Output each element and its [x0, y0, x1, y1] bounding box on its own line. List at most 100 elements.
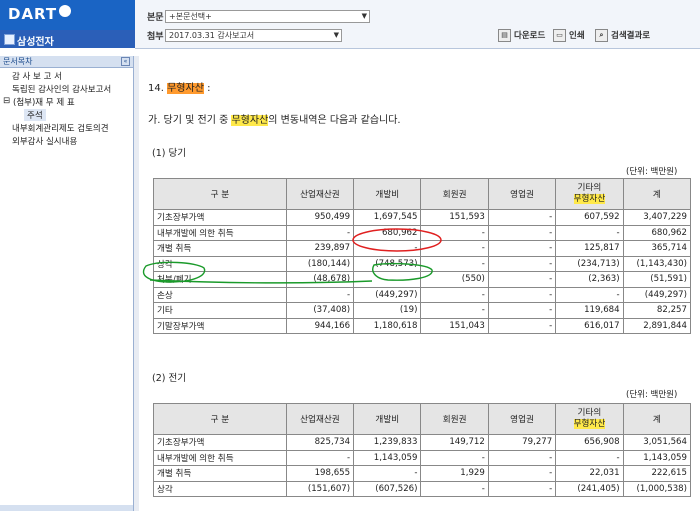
cheombu-select[interactable]: 2017.03.31 감사보고서 ▼ [165, 29, 342, 42]
table-cell: - [555, 449, 624, 466]
table-cell: - [353, 271, 422, 288]
section-colon: : [207, 83, 211, 94]
table-cell: (1,143,430) [622, 255, 692, 272]
table-cell: 1,143,059 [353, 449, 422, 466]
table-row: 기타 (37,408) (19) - -119,684 82,257 [153, 302, 692, 319]
prior-table-body: 기초장부가액 825,734 1,239,833 149,712 79,277 656,9… [153, 434, 692, 497]
sidebar-footer [0, 505, 133, 511]
col-header-other: 기타의 무형자산 [555, 403, 624, 435]
bonmun-label: 본문 [147, 13, 164, 23]
table-header-row: 구 분 산업재산권 개발비 회원권 영업권 기타의 무형자산 계 [153, 178, 692, 210]
table-cell: 680,962 [353, 224, 422, 241]
table-cell: (180,144) [285, 255, 355, 272]
intro-paragraph: 가. 당기 및 전기 중 무형자산의 변동내역은 다음과 같습니다. [148, 111, 401, 126]
table-cell: - [487, 480, 557, 497]
table-cell: - [487, 449, 557, 466]
table-cell: 365,714 [622, 240, 692, 257]
row-label: 손상 [153, 286, 287, 303]
table-cell: - [487, 255, 557, 272]
table-cell: 656,908 [555, 434, 624, 451]
row-label: 기타 [153, 302, 287, 319]
search-icon: ⌕ [595, 29, 608, 42]
dart-logo[interactable]: DART [0, 0, 135, 30]
table-cell: - [420, 449, 489, 466]
col-header: 영업권 [487, 178, 557, 210]
table-cell: (748,573) [353, 255, 422, 272]
table-cell: 82,257 [622, 302, 692, 319]
table-cell: - [555, 224, 624, 241]
col-header-total: 계 [622, 403, 692, 435]
row-label: 내부개발에 의한 취득 [153, 449, 287, 466]
table-cell: (51,591) [622, 271, 692, 288]
table-cell: - [285, 224, 355, 241]
bonmun-select[interactable]: +본문선택+ ▼ [165, 10, 370, 23]
col-header-category: 구 분 [153, 403, 287, 435]
collapse-icon[interactable]: « [121, 57, 130, 66]
toc-item[interactable]: 내부회계관리제도 검토의견 [12, 122, 109, 134]
section-number: 14. [148, 83, 164, 94]
table-header-row: 구 분 산업재산권 개발비 회원권 영업권 기타의 무형자산 계 [153, 403, 692, 435]
table-cell: - [487, 317, 557, 334]
table-cell: 149,712 [420, 434, 489, 451]
col-header: 회원권 [420, 403, 489, 435]
section-heading: 14. 무형자산 : [148, 79, 210, 94]
table-cell: - [487, 465, 557, 482]
toc-item[interactable]: (첨부)재 무 제 표 [13, 96, 75, 108]
row-label: 내부개발에 의한 취득 [153, 224, 287, 241]
toc-folder-minus-icon[interactable]: ⊟ [3, 96, 10, 106]
section-title: 무형자산 [167, 83, 204, 94]
table-row: 상각 (151,607) (607,526) - - (241,405) (1,000,53… [153, 480, 692, 497]
company-bar: 삼성전자 [0, 30, 135, 48]
cheombu-label: 첨부 [147, 32, 164, 42]
row-label: 개별 취득 [153, 240, 287, 257]
col-header: 회원권 [420, 178, 489, 210]
printer-icon: ▭ [553, 29, 566, 42]
prior-period-table: 구 분 산업재산권 개발비 회원권 영업권 기타의 무형자산 계 기초장부가액 8… [153, 403, 692, 497]
table-cell: (607,526) [353, 480, 422, 497]
toc-item[interactable]: 감 사 보 고 서 [12, 70, 62, 82]
print-button[interactable]: ▭ 인쇄 [553, 29, 585, 43]
table-cell: 1,143,059 [622, 449, 692, 466]
cheombu-value: 2017.03.31 감사보고서 [169, 31, 255, 40]
table-cell: 239,897 [285, 240, 355, 257]
table-cell: (234,713) [555, 255, 624, 272]
current-table-body: 기초장부가액 950,499 1,697,545 151,593-607,592 3,4… [153, 209, 692, 334]
table-cell: 944,166 [285, 317, 355, 334]
table-cell: - [285, 449, 355, 466]
toc-item[interactable]: 외부감사 실시내용 [12, 135, 77, 147]
table-cell: - [487, 302, 557, 319]
table-cell: (1,000,538) [622, 480, 692, 497]
col-header-category: 구 분 [153, 178, 287, 210]
splitter-bar[interactable] [134, 56, 139, 511]
table-row: 기말장부가액 944,166 1,180,618 151,043-616,017 2,8… [153, 317, 692, 334]
col-header: 산업재산권 [285, 403, 355, 435]
toc-header: 문서목차 « [0, 56, 133, 68]
table-cell: - [420, 302, 489, 319]
table-row: 내부개발에 의한 취득 -1,143,059- - -1,143,059 [153, 449, 692, 466]
row-label: 개별 취득 [153, 465, 287, 482]
table-row: 상각 (180,144) (748,573) - - (234,713) (1,143,43… [153, 255, 692, 272]
table-cell: 680,962 [622, 224, 692, 241]
chevron-down-icon: ▼ [333, 31, 339, 39]
download-button[interactable]: ▤ 다운로드 [498, 29, 545, 43]
company-name: 삼성전자 [17, 37, 54, 48]
row-label: 처분/폐기 [153, 271, 287, 288]
row-label: 상각 [153, 480, 287, 497]
table-cell: 22,031 [555, 465, 624, 482]
search-result-button[interactable]: ⌕ 검색결과로 [595, 29, 650, 43]
table-cell: 119,684 [555, 302, 624, 319]
toc-item-selected[interactable]: 주석 [24, 109, 46, 121]
table-cell: 3,407,229 [622, 209, 692, 226]
table-row: 기초장부가액 950,499 1,697,545 151,593-607,592 3,4… [153, 209, 692, 226]
search-label: 검색결과로 [611, 31, 651, 41]
row-label: 기초장부가액 [153, 209, 287, 226]
col-header-other-line1: 기타의 [577, 408, 602, 418]
table-row: 개별 취득 198,655-1,929-22,031 222,615 [153, 465, 692, 482]
toc-item[interactable]: 독립된 감사인의 감사보고서 [12, 83, 111, 95]
table-cell: 607,592 [555, 209, 624, 226]
current-period-table: 구 분 산업재산권 개발비 회원권 영업권 기타의 무형자산 계 기초장부가액 9… [153, 178, 692, 334]
table-row: 처분/폐기 (48,678) - (550) - (2,363) (51,591) [153, 271, 692, 288]
table-cell: 825,734 [285, 434, 355, 451]
download-icon: ▤ [498, 29, 511, 42]
table-cell: 79,277 [487, 434, 557, 451]
